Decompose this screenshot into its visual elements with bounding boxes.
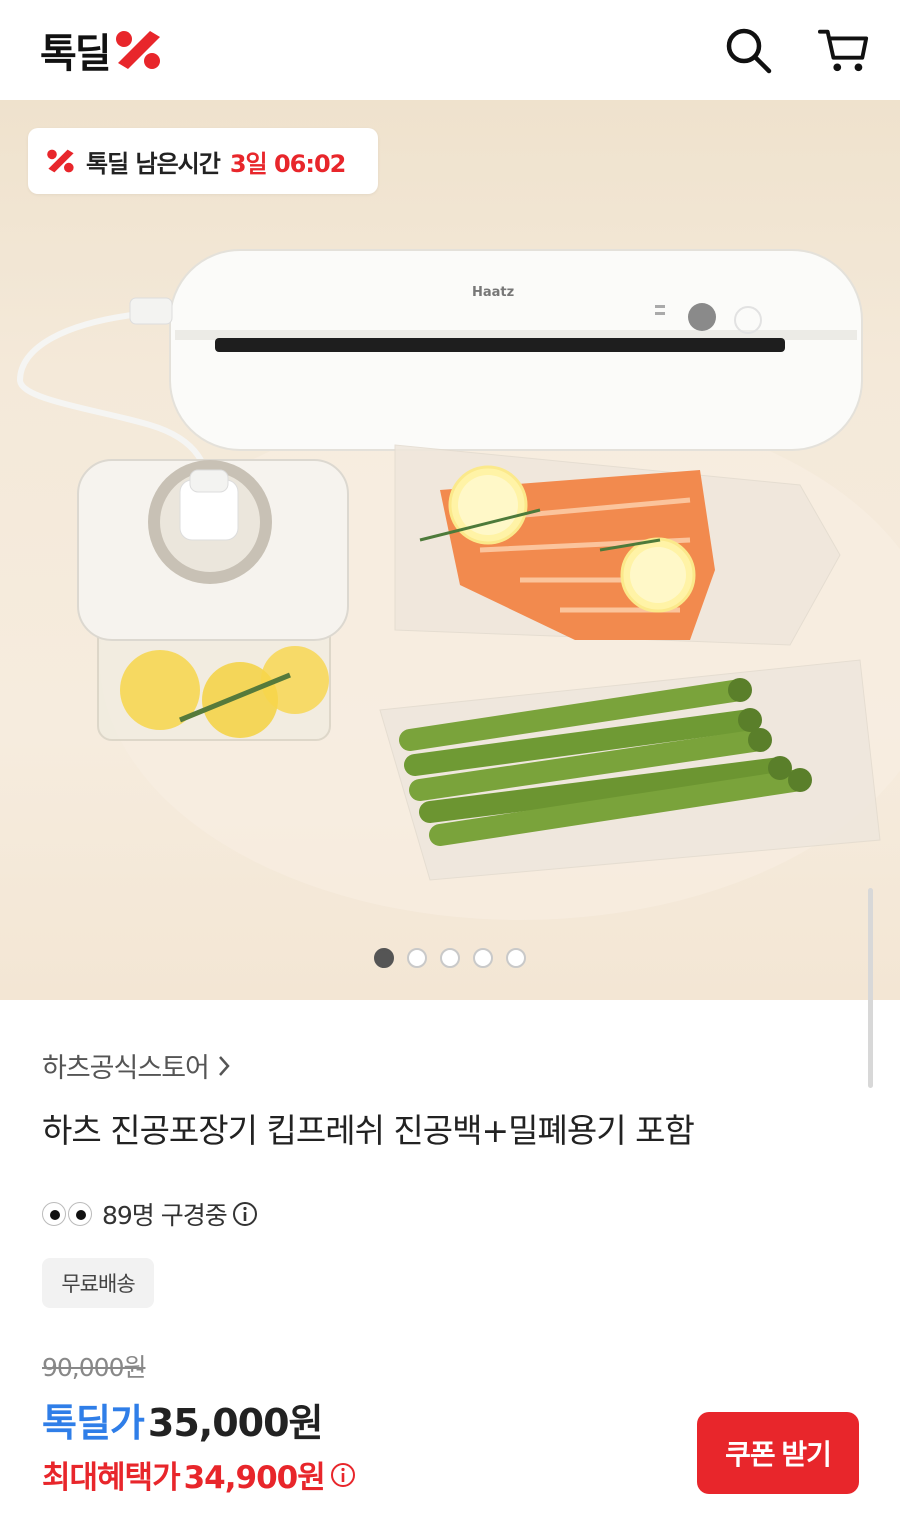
- original-price: 90,000원: [42, 1353, 146, 1382]
- carousel-dot-1[interactable]: [374, 948, 394, 968]
- deal-price-label: 톡딜가: [42, 1401, 145, 1445]
- deal-timer: 톡딜 남은시간 3일 06:02: [28, 128, 378, 194]
- percent-icon: [47, 149, 74, 173]
- carousel-dot-2[interactable]: [407, 948, 427, 968]
- deal-price-row: 톡딜가 35,000원: [42, 1392, 323, 1447]
- timer-label: 톡딜 남은시간: [86, 149, 221, 178]
- product-title: 하츠 진공포장기 킵프레쉬 진공백+밀폐용기 포함: [42, 1111, 695, 1150]
- search-button[interactable]: [722, 24, 774, 76]
- cart-button[interactable]: [818, 24, 870, 76]
- top-header: 톡딜: [0, 0, 900, 100]
- info-icon[interactable]: [231, 1200, 259, 1228]
- max-benefit-info-icon[interactable]: [329, 1461, 357, 1489]
- svg-text:Haatz: Haatz: [472, 285, 514, 300]
- search-icon: [726, 28, 772, 74]
- logo[interactable]: 톡딜: [40, 24, 164, 77]
- percent-logo-icon: [115, 31, 160, 69]
- carousel-indicator: [374, 948, 526, 968]
- product-photo: Haatz: [16, 249, 900, 920]
- free-shipping-badge: 무료배송: [42, 1258, 154, 1308]
- product-image-carousel[interactable]: Haatz 톡딜 남은시간 3일 06:02: [0, 100, 900, 1000]
- carousel-dot-5[interactable]: [506, 948, 526, 968]
- viewers-text: 89명 구경중: [102, 1201, 228, 1230]
- max-benefit-row: 최대혜택가 34,900원: [42, 1452, 357, 1497]
- viewers-count: 89명 구경중: [42, 1196, 259, 1232]
- cart-icon: [818, 29, 869, 72]
- carousel-dot-4[interactable]: [473, 948, 493, 968]
- deal-price: 35,000원: [147, 1401, 324, 1445]
- max-benefit-label: 최대혜택가: [42, 1460, 181, 1496]
- coupon-button[interactable]: 쿠폰 받기: [697, 1412, 859, 1494]
- page-scrollbar[interactable]: [868, 888, 873, 1088]
- logo-text: 톡딜: [40, 31, 112, 77]
- carousel-dot-3[interactable]: [440, 948, 460, 968]
- chevron-right-icon: [218, 1055, 230, 1076]
- store-name: 하츠공식스토어: [42, 1053, 210, 1084]
- max-benefit-price: 34,900원: [183, 1460, 326, 1496]
- eyes-icon: [42, 1202, 92, 1226]
- timer-value: 3일 06:02: [229, 149, 347, 178]
- store-link[interactable]: 하츠공식스토어: [42, 1046, 231, 1085]
